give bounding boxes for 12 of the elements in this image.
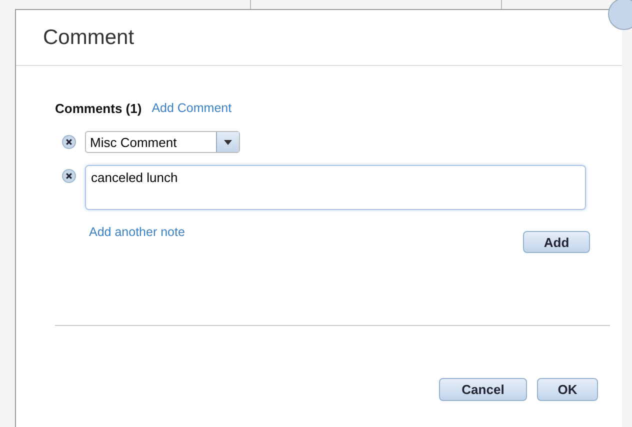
remove-icon[interactable] [62,169,76,183]
add-note-link[interactable]: Add another note [89,225,185,239]
section-heading: Comments (1) [55,100,142,116]
remove-icon[interactable] [62,135,76,149]
add-button[interactable]: Add [523,231,590,253]
caret-icon [224,140,232,144]
comment-type-dropdown[interactable]: Misc Comment [85,131,240,153]
cancel-button[interactable]: Cancel [439,378,527,401]
dialog-title: Comment [43,26,134,50]
add-comment-link[interactable]: Add Comment [152,101,232,115]
ok-button[interactable]: OK [537,378,598,401]
comment-field[interactable]: canceled lunch [85,165,586,210]
